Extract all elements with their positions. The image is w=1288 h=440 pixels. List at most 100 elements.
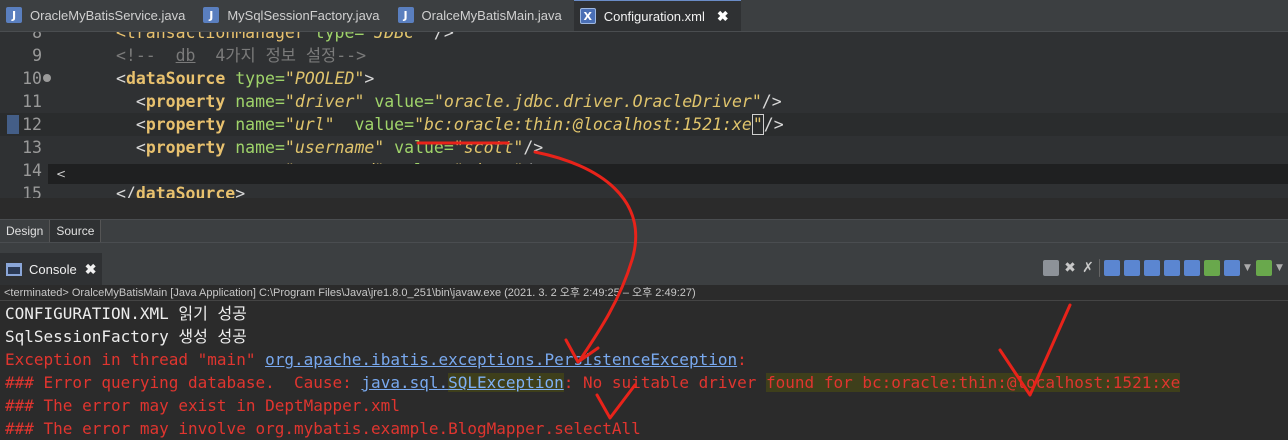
code-text: <property name="url" value="bc:oracle:th… — [116, 113, 784, 136]
line-number: 8 — [32, 32, 42, 42]
console-error-line: Exception in thread "main" org.apache.ib… — [0, 348, 1288, 371]
horizontal-scrollbar[interactable]: < — [48, 164, 1288, 184]
remove-all-terminated-icon[interactable]: ✗ — [1081, 260, 1095, 276]
console-error-line: ### Error querying database. Cause: java… — [0, 371, 1288, 394]
chevron-down-icon[interactable]: ▼ — [1276, 260, 1284, 276]
console-line: SqlSessionFactory 생성 성공 — [5, 327, 247, 346]
tab-source[interactable]: Source — [50, 220, 102, 242]
clear-console-icon[interactable] — [1104, 260, 1120, 276]
code-token: <transactionManager — [116, 32, 305, 42]
line-number: 12 — [22, 115, 42, 134]
java-file-icon: J — [6, 7, 22, 23]
code-token: "oracle.jdbc.driver.OracleDriver" — [433, 92, 762, 111]
code-token: dataSource — [135, 184, 236, 198]
code-text: <dataSource type="POOLED"> — [116, 67, 374, 90]
close-icon[interactable]: ✖ — [85, 261, 97, 278]
error-text: : — [737, 350, 747, 369]
code-token: "username" — [284, 138, 385, 157]
exception-link[interactable]: org.apache.ibatis.exceptions.Persistence… — [265, 350, 737, 369]
code-line[interactable]: 13 <property name="username" value="scot… — [0, 136, 1288, 159]
code-token: value= — [364, 92, 434, 111]
exception-package-link[interactable]: java.sql. — [361, 373, 448, 392]
tab-label: Configuration.xml — [603, 8, 705, 24]
code-token: </ — [116, 184, 136, 198]
code-token: property — [145, 115, 226, 134]
code-line[interactable]: 9 <!-- db 4가지 정보 설정--> — [0, 44, 1288, 67]
display-console-icon[interactable] — [1224, 260, 1240, 276]
tab-oraclemybatisservice-java[interactable]: J OracleMyBatisService.java — [0, 0, 197, 31]
show-stderr-icon[interactable] — [1184, 260, 1200, 276]
code-token: < — [116, 69, 126, 88]
chevron-down-icon[interactable]: ▼ — [1244, 260, 1252, 276]
pin-console-icon[interactable] — [1204, 260, 1220, 276]
console-status: <terminated> OralceMyBatisMain [Java App… — [0, 285, 1288, 301]
code-line[interactable]: 15 </dataSource> — [0, 182, 1288, 198]
code-line[interactable]: 10 <dataSource type="POOLED"> — [0, 67, 1288, 90]
code-token: "url" — [284, 115, 335, 134]
console-error-line: ### The error may exist in DeptMapper.xm… — [5, 396, 400, 415]
code-text: </dataSource> — [116, 182, 245, 198]
code-token: name= — [225, 115, 285, 134]
code-token: > — [235, 184, 246, 198]
scroll-left-icon[interactable]: < — [56, 167, 66, 181]
code-token: < — [116, 92, 146, 111]
code-line[interactable]: 11 <property name="driver" value="oracle… — [0, 90, 1288, 113]
console-error-line: ### The error may involve org.mybatis.ex… — [5, 419, 641, 438]
xml-file-icon: X — [579, 8, 596, 24]
console-header: Console ✖ ✖ ✗ ▼ ▼ — [0, 253, 1288, 285]
tab-design[interactable]: Design — [0, 220, 51, 242]
code-token: <!-- — [116, 46, 176, 65]
code-token: "bc:oracle:thin:@localhost:1521:xe — [414, 115, 752, 134]
highlighted-error-text: found for bc:oracle:thin:@localhost:1521… — [766, 373, 1181, 392]
code-token: dataSource — [125, 69, 226, 88]
code-token: "POOLED" — [284, 69, 365, 88]
code-text: <transactionManager type="JDBC" /> — [116, 32, 454, 44]
code-token: name= — [225, 138, 285, 157]
word-wrap-icon[interactable] — [1144, 260, 1160, 276]
code-text: <property name="username" value="scott"/… — [116, 136, 543, 159]
tab-label: OracleMyBatisService.java — [30, 7, 186, 23]
code-token: /> — [763, 115, 784, 134]
code-token: < — [116, 115, 146, 134]
fold-toggle-icon[interactable] — [43, 74, 51, 82]
code-token: /> — [423, 32, 454, 42]
line-number: 15 — [22, 184, 42, 198]
code-token: "driver" — [284, 92, 365, 111]
code-token: property — [145, 92, 226, 111]
line-number: 14 — [22, 161, 42, 180]
console-toolbar: ✖ ✗ ▼ ▼ — [1043, 259, 1284, 277]
code-text: <!-- db 4가지 정보 설정--> — [116, 44, 366, 67]
code-token: " — [751, 114, 764, 135]
line-number: 13 — [22, 138, 42, 157]
close-icon[interactable]: ✖ — [717, 8, 729, 25]
terminate-icon[interactable] — [1043, 260, 1059, 276]
code-token: "JDBC" — [364, 32, 424, 42]
exception-class-link[interactable]: SQLException — [448, 373, 564, 392]
remove-launch-icon[interactable]: ✖ — [1063, 260, 1077, 276]
tab-oralcemybatismain-java[interactable]: J OralceMyBatisMain.java — [392, 0, 574, 31]
code-token: name= — [225, 92, 285, 111]
editor-mode-tabs: Design Source — [0, 219, 1288, 243]
code-token: 4가지 정보 설정--> — [195, 46, 367, 65]
code-token: property — [145, 138, 226, 157]
code-token: "scott" — [453, 138, 524, 157]
error-text: ### Error querying database. Cause: — [5, 373, 362, 392]
tab-mysqlsessionfactory-java[interactable]: J MySqlSessionFactory.java — [197, 0, 391, 31]
code-token: type= — [304, 32, 365, 42]
tab-label: OralceMyBatisMain.java — [421, 7, 562, 23]
scroll-lock-icon[interactable] — [1124, 260, 1140, 276]
code-line[interactable]: 8 <transactionManager type="JDBC" /> — [0, 32, 1288, 44]
error-text: Exception in thread "main" — [5, 350, 266, 369]
toolbar-separator — [1099, 259, 1100, 277]
tab-console[interactable]: Console ✖ — [0, 253, 103, 285]
java-file-icon: J — [203, 7, 220, 23]
code-token: < — [116, 138, 146, 157]
tab-configuration-xml[interactable]: X Configuration.xml ✖ — [573, 0, 741, 31]
panel-divider[interactable] — [0, 243, 1288, 253]
open-console-icon[interactable] — [1256, 260, 1272, 276]
code-token: type= — [225, 69, 285, 88]
code-line[interactable]: 12 <property name="url" value="bc:oracle… — [0, 113, 1288, 136]
code-token: /> — [523, 138, 544, 157]
show-stdout-icon[interactable] — [1164, 260, 1180, 276]
code-token: db — [175, 46, 196, 65]
